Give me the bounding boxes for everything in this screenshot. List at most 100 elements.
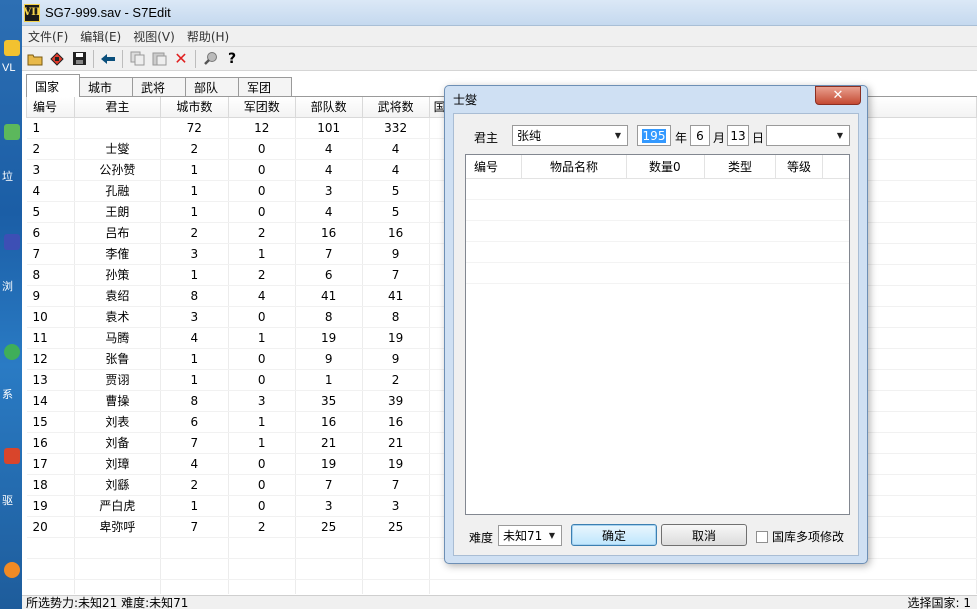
day-field[interactable]: 13 bbox=[727, 125, 749, 146]
table-cell: 2 bbox=[228, 222, 296, 244]
tab-strip: 国家 城市 武将 部队 军团 bbox=[26, 74, 292, 97]
search-icon[interactable] bbox=[199, 49, 221, 69]
dialog-title: 士燮 bbox=[453, 92, 478, 107]
table-cell: 马腾 bbox=[74, 327, 161, 349]
menu-help[interactable]: 帮助(H) bbox=[181, 28, 235, 45]
save-disk-icon[interactable] bbox=[68, 49, 90, 69]
table-cell: 贾诩 bbox=[74, 369, 161, 391]
copy-icon[interactable] bbox=[126, 49, 148, 69]
paste-icon[interactable] bbox=[148, 49, 170, 69]
chevron-down-icon: ▼ bbox=[548, 531, 556, 540]
table-cell: 袁绍 bbox=[74, 285, 161, 307]
table-cell: 7 bbox=[295, 474, 363, 496]
table-cell: 2 bbox=[26, 138, 75, 160]
open-folder-icon[interactable] bbox=[24, 49, 46, 69]
table-cell: 332 bbox=[362, 117, 430, 139]
dialog-title-bar: 士燮 ✕ bbox=[445, 86, 867, 112]
column-header[interactable]: 城市数 bbox=[159, 97, 229, 118]
checkbox-box[interactable] bbox=[756, 530, 768, 543]
delete-x-icon[interactable]: ✕ bbox=[170, 49, 192, 69]
ok-button[interactable]: 确定 bbox=[571, 524, 657, 546]
table-cell: 3 bbox=[228, 390, 296, 412]
list-item bbox=[466, 242, 849, 263]
column-header[interactable]: 类型 bbox=[705, 155, 776, 178]
table-cell: 101 bbox=[295, 117, 363, 139]
table-cell: 19 bbox=[295, 327, 363, 349]
lord-select[interactable]: 张纯 ▼ bbox=[512, 125, 628, 146]
table-cell: 8 bbox=[160, 390, 229, 412]
cancel-button[interactable]: 取消 bbox=[661, 524, 747, 546]
table-cell: 3 bbox=[160, 306, 229, 328]
menu-view[interactable]: 视图(V) bbox=[127, 28, 181, 45]
tab-country[interactable]: 国家 bbox=[26, 74, 80, 97]
browser-icon[interactable] bbox=[4, 234, 20, 250]
table-cell: 1 bbox=[160, 159, 229, 181]
desktop-label: 驱 bbox=[2, 495, 13, 507]
tab-city[interactable]: 城市 bbox=[79, 77, 133, 97]
back-arrow-icon[interactable] bbox=[97, 49, 119, 69]
table-cell: 吕布 bbox=[74, 222, 161, 244]
table-cell: 1 bbox=[160, 348, 229, 370]
list-item bbox=[466, 263, 849, 284]
tab-general[interactable]: 武将 bbox=[132, 77, 186, 97]
table-cell: 0 bbox=[228, 495, 296, 517]
app-shortcut-icon[interactable] bbox=[4, 562, 20, 578]
menu-edit[interactable]: 编辑(E) bbox=[74, 28, 127, 45]
system-icon[interactable] bbox=[4, 344, 20, 360]
tab-unit[interactable]: 部队 bbox=[185, 77, 239, 97]
table-cell: 张鲁 bbox=[74, 348, 161, 370]
year-field[interactable]: 195 bbox=[637, 125, 671, 146]
table-cell: 16 bbox=[362, 411, 430, 433]
month-label: 月 bbox=[713, 131, 726, 145]
help-question-icon[interactable]: ? bbox=[221, 49, 243, 69]
tab-corps[interactable]: 军团 bbox=[238, 77, 292, 97]
table-cell: 7 bbox=[295, 243, 363, 265]
table-cell: 4 bbox=[295, 138, 363, 160]
app-icon: VII bbox=[23, 3, 41, 22]
difficulty-label: 难度 bbox=[469, 531, 494, 545]
table-cell: 9 bbox=[26, 285, 75, 307]
driver-icon[interactable] bbox=[4, 448, 20, 464]
table-cell: 刘备 bbox=[74, 432, 161, 454]
list-item bbox=[466, 200, 849, 221]
table-cell: 72 bbox=[160, 117, 229, 139]
difficulty-select[interactable]: 未知71 ▼ bbox=[498, 525, 562, 546]
table-cell: 1 bbox=[26, 117, 75, 139]
column-header[interactable]: 部队数 bbox=[294, 97, 363, 118]
day-label: 日 bbox=[752, 131, 765, 145]
column-header[interactable]: 编号 bbox=[26, 97, 75, 118]
tag-icon[interactable] bbox=[46, 49, 68, 69]
column-header[interactable]: 物品名称 bbox=[522, 155, 627, 178]
day-value: 13 bbox=[730, 128, 746, 143]
table-cell: 0 bbox=[228, 306, 296, 328]
column-header[interactable]: 武将数 bbox=[361, 97, 430, 118]
table-cell: 1 bbox=[228, 327, 296, 349]
table-row bbox=[26, 579, 977, 594]
table-cell: 6 bbox=[295, 264, 363, 286]
table-cell: 2 bbox=[228, 516, 296, 538]
extra-select[interactable]: ▼ bbox=[766, 125, 850, 146]
column-header[interactable]: 军团数 bbox=[227, 97, 296, 118]
column-header[interactable]: 编号 bbox=[466, 155, 522, 178]
column-header[interactable]: 等级 bbox=[776, 155, 823, 178]
table-cell: 15 bbox=[26, 411, 75, 433]
table-cell: 17 bbox=[26, 453, 75, 475]
table-cell: 4 bbox=[362, 138, 430, 160]
table-cell: 6 bbox=[26, 222, 75, 244]
treasury-items-list[interactable]: 编号 物品名称 数量0 类型 等级 bbox=[465, 154, 850, 515]
treasury-multi-edit-checkbox[interactable]: 国库多项修改 bbox=[756, 528, 844, 545]
table-cell bbox=[160, 579, 229, 594]
close-button[interactable]: ✕ bbox=[815, 86, 861, 105]
month-field[interactable]: 6 bbox=[690, 125, 710, 146]
column-header[interactable]: 数量0 bbox=[627, 155, 705, 178]
recycle-bin-icon[interactable] bbox=[4, 124, 20, 140]
toolbar-separator bbox=[195, 49, 196, 68]
table-cell bbox=[362, 537, 430, 559]
status-left: 所选势力:未知21 难度:未知71 bbox=[26, 596, 189, 609]
menu-file[interactable]: 文件(F) bbox=[22, 28, 74, 45]
table-cell: 士燮 bbox=[74, 138, 161, 160]
table-cell: 25 bbox=[362, 516, 430, 538]
column-header[interactable]: 君主 bbox=[73, 97, 161, 118]
desktop-shortcut-icon[interactable] bbox=[4, 40, 20, 56]
status-bar: 所选势力:未知21 难度:未知71 选择国家: 1 bbox=[22, 595, 977, 609]
